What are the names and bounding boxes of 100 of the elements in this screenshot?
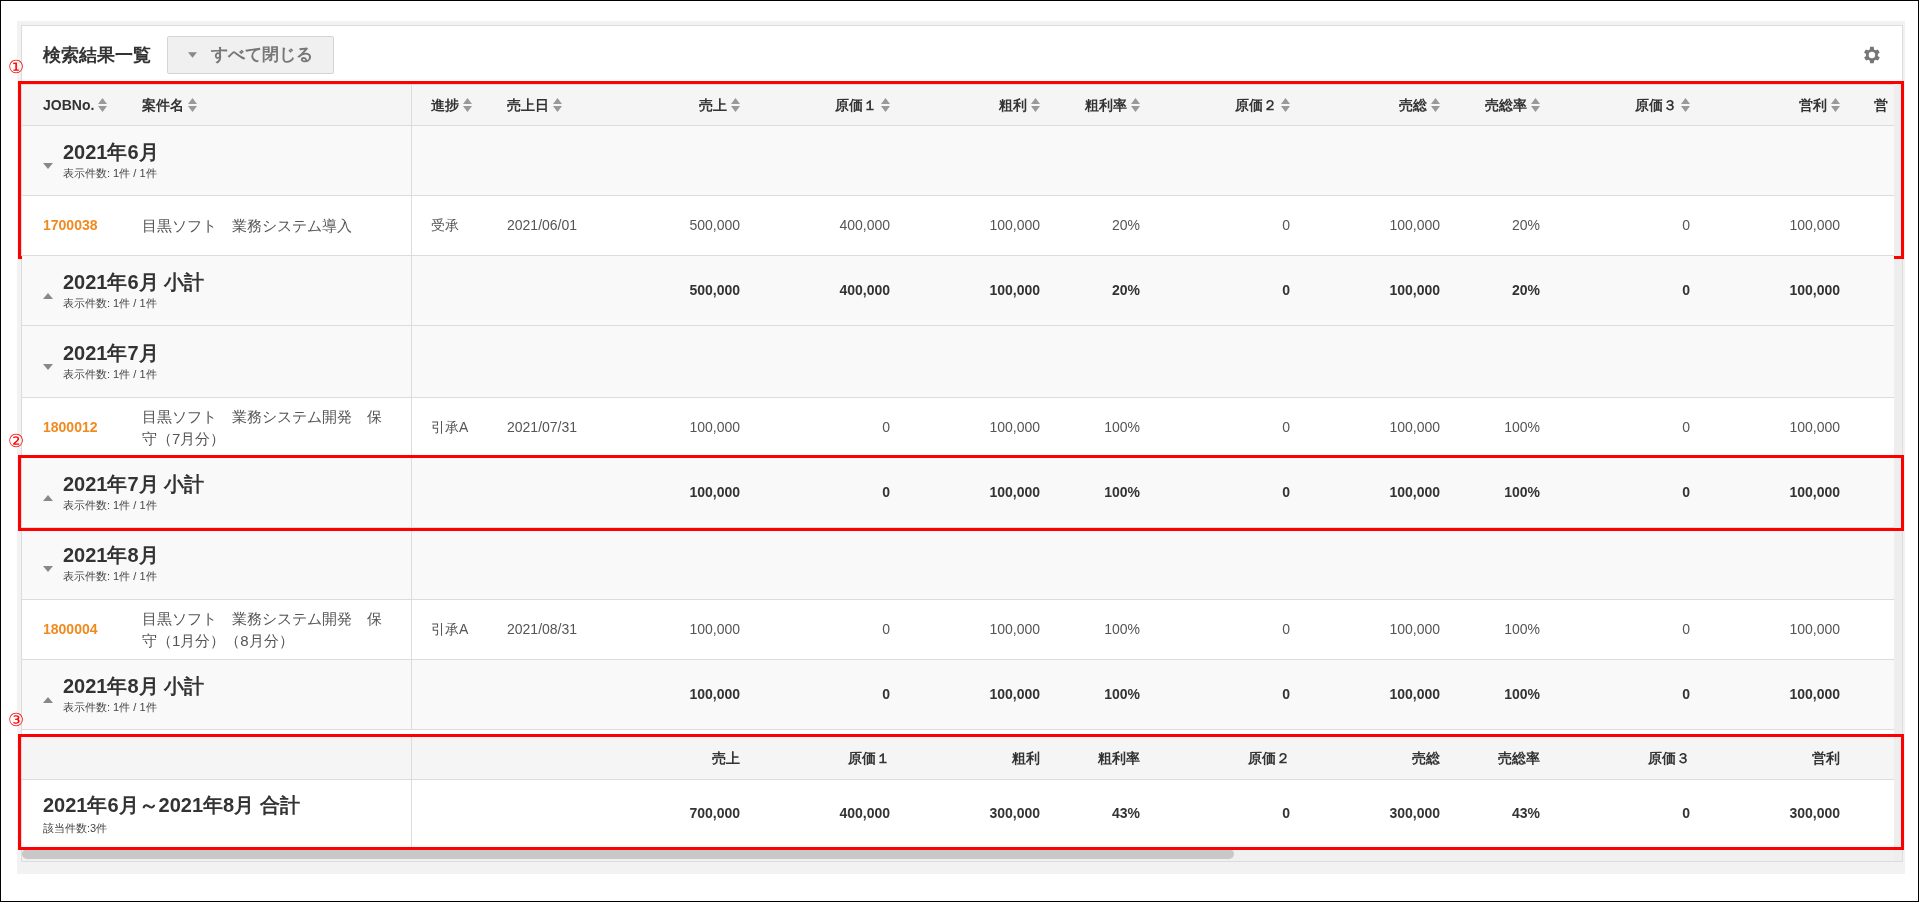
collapse-all-button[interactable]: すべて閉じる bbox=[167, 36, 334, 74]
sort-icon[interactable] bbox=[553, 98, 562, 112]
subtotal-value: 0 bbox=[882, 685, 890, 704]
column-label: 原価３ bbox=[1648, 748, 1690, 768]
table-cell-text: 0 bbox=[1282, 418, 1290, 437]
caret-icon[interactable] bbox=[43, 565, 53, 572]
column-header[interactable]: 売上日 bbox=[507, 94, 562, 116]
column-label: 原価２ bbox=[1248, 748, 1290, 768]
table-cell-text: 目黒ソフト 業務システム導入 bbox=[142, 215, 352, 236]
table-cell-text: 100% bbox=[1104, 418, 1140, 437]
group-count: 表示件数: 1件 / 1件 bbox=[63, 498, 158, 514]
table-cell-text: 2021/07/31 bbox=[507, 418, 578, 437]
caret-icon[interactable] bbox=[43, 162, 53, 169]
group-count: 表示件数: 1件 / 1件 bbox=[63, 367, 158, 383]
table-cell-text: 100,000 bbox=[1389, 418, 1440, 437]
column-label: 売総率 bbox=[1498, 748, 1540, 768]
sort-icon[interactable] bbox=[1831, 98, 1840, 112]
caret-icon[interactable] bbox=[43, 494, 53, 501]
column-header[interactable]: 原価２ bbox=[1235, 94, 1290, 116]
subtotal-value: 0 bbox=[1282, 483, 1290, 502]
table-cell-text: 100% bbox=[1104, 620, 1140, 639]
column-header[interactable]: 案件名 bbox=[142, 94, 197, 116]
subtotal-value: 100,000 bbox=[1789, 483, 1840, 502]
annotation-number: ③ bbox=[8, 711, 24, 729]
table-cell-text: 目黒ソフト 業務システム開発 保守（7月分） bbox=[142, 406, 383, 449]
group-title: 2021年7月 小計 bbox=[63, 472, 205, 498]
total-value: 300,000 bbox=[1789, 804, 1840, 823]
sort-icon[interactable] bbox=[1031, 98, 1040, 112]
table-cell-text: 0 bbox=[1282, 620, 1290, 639]
table-cell-text: 100,000 bbox=[989, 418, 1040, 437]
table-cell-text: 20% bbox=[1111, 216, 1140, 235]
subtotal-value: 100,000 bbox=[989, 483, 1040, 502]
sort-icon[interactable] bbox=[98, 98, 108, 112]
sort-icon[interactable] bbox=[1281, 98, 1290, 112]
subtotal-value: 20% bbox=[1111, 281, 1140, 300]
subtotal-value: 0 bbox=[1282, 281, 1290, 300]
table-cell-text: 100% bbox=[1504, 620, 1540, 639]
table-cell-text: 0 bbox=[1682, 620, 1690, 639]
subtotal-value: 0 bbox=[1682, 281, 1690, 300]
table-cell-text: 100% bbox=[1504, 418, 1540, 437]
subtotal-value: 100,000 bbox=[689, 483, 740, 502]
group-count: 表示件数: 1件 / 1件 bbox=[63, 166, 158, 182]
subtotal-value: 20% bbox=[1511, 281, 1540, 300]
caret-icon bbox=[188, 52, 197, 58]
horizontal-scrollbar[interactable] bbox=[22, 849, 1234, 859]
sort-icon[interactable] bbox=[1431, 98, 1440, 112]
sort-icon[interactable] bbox=[881, 98, 890, 112]
vertical-scrollbar[interactable] bbox=[1894, 84, 1902, 861]
subtotal-value: 100,000 bbox=[989, 281, 1040, 300]
column-header[interactable]: 売上 bbox=[699, 94, 740, 116]
table-cell-text: 0 bbox=[1682, 418, 1690, 437]
column-header[interactable]: 進捗 bbox=[431, 94, 472, 116]
column-header[interactable]: 原価３ bbox=[1635, 94, 1690, 116]
subtotal-value: 0 bbox=[1282, 685, 1290, 704]
caret-icon[interactable] bbox=[43, 696, 53, 703]
column-header[interactable]: 売総 bbox=[1399, 94, 1440, 116]
group-count: 表示件数: 1件 / 1件 bbox=[63, 569, 158, 585]
column-header[interactable]: 粗利 bbox=[999, 94, 1040, 116]
subtotal-value: 100,000 bbox=[1389, 483, 1440, 502]
group-title: 2021年6月 小計 bbox=[63, 270, 205, 296]
table-cell-text: 引承A bbox=[431, 418, 469, 437]
table-cell-text: 0 bbox=[882, 418, 890, 437]
subtotal-value: 500,000 bbox=[689, 281, 740, 300]
subtotal-value: 100% bbox=[1104, 483, 1140, 502]
column-label: 粗利率 bbox=[1098, 748, 1140, 768]
table-cell-text: 0 bbox=[1682, 216, 1690, 235]
annotation-number: ② bbox=[8, 432, 24, 450]
total-value: 300,000 bbox=[1389, 804, 1440, 823]
table-cell-text: 0 bbox=[1282, 216, 1290, 235]
column-label: 売総 bbox=[1412, 748, 1440, 768]
table-cell-text: 100,000 bbox=[1389, 620, 1440, 639]
sort-icon[interactable] bbox=[188, 98, 197, 112]
subtotal-value: 100,000 bbox=[1389, 281, 1440, 300]
column-label: 営利 bbox=[1812, 748, 1840, 768]
total-count: 該当件数:3件 bbox=[43, 821, 109, 837]
column-header[interactable]: 営利 bbox=[1799, 94, 1840, 116]
column-header[interactable]: 営 bbox=[1874, 94, 1888, 116]
total-value: 0 bbox=[1282, 804, 1290, 823]
table-cell-text: 2021/06/01 bbox=[507, 216, 578, 235]
sort-icon[interactable] bbox=[731, 98, 740, 112]
column-header[interactable]: 粗利率 bbox=[1085, 94, 1140, 116]
table-cell-text: 100,000 bbox=[989, 620, 1040, 639]
table-cell-text: 目黒ソフト 業務システム開発 保守（1月分）（8月分） bbox=[142, 608, 383, 651]
sort-icon[interactable] bbox=[1131, 98, 1140, 112]
sort-icon[interactable] bbox=[1531, 98, 1540, 112]
column-header[interactable]: 売総率 bbox=[1485, 94, 1540, 116]
sort-icon[interactable] bbox=[463, 98, 472, 112]
table-cell-text: 受承 bbox=[431, 216, 459, 235]
subtotal-value: 100,000 bbox=[689, 685, 740, 704]
caret-icon[interactable] bbox=[43, 292, 53, 299]
column-header[interactable]: 原価１ bbox=[835, 94, 890, 116]
total-value: 0 bbox=[1682, 804, 1690, 823]
subtotal-value: 0 bbox=[1682, 483, 1690, 502]
total-value: 43% bbox=[1111, 804, 1140, 823]
group-count: 表示件数: 1件 / 1件 bbox=[63, 296, 158, 312]
table-cell-text: 400,000 bbox=[839, 216, 890, 235]
sort-icon[interactable] bbox=[1681, 98, 1690, 112]
table-cell-text: 500,000 bbox=[689, 216, 740, 235]
column-header[interactable]: JOBNo. bbox=[43, 94, 108, 116]
caret-icon[interactable] bbox=[43, 363, 53, 370]
